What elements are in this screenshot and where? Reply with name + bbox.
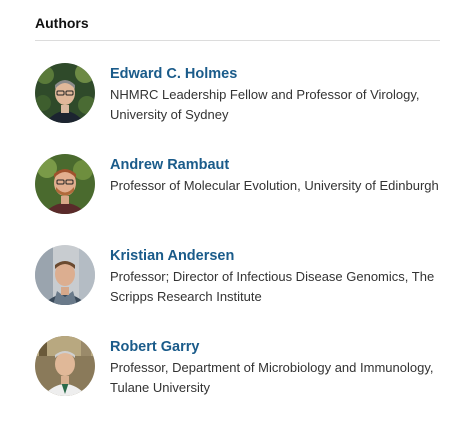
author-role: Professor, Department of Microbiology an…: [110, 360, 434, 395]
author-name-link[interactable]: Andrew Rambaut: [110, 156, 440, 174]
author-photo[interactable]: [35, 63, 95, 123]
author-photo-image: [35, 63, 95, 123]
author-role: NHMRC Leadership Fellow and Professor of…: [110, 87, 420, 122]
author-photo[interactable]: [35, 154, 95, 214]
author-card: Andrew Rambaut Professor of Molecular Ev…: [35, 154, 440, 224]
author-photo-image: [35, 336, 95, 396]
author-photo-image: [35, 154, 95, 214]
authors-section: Authors Edward C. Holmes NHMRC Leadershi…: [35, 0, 440, 396]
author-photo[interactable]: [35, 245, 95, 305]
author-role: Professor of Molecular Evolution, Univer…: [110, 178, 439, 193]
author-card: Kristian Andersen Professor; Director of…: [35, 245, 440, 315]
author-card: Robert Garry Professor, Department of Mi…: [35, 336, 440, 406]
author-name-link[interactable]: Edward C. Holmes: [110, 65, 440, 83]
author-name-link[interactable]: Robert Garry: [110, 338, 440, 356]
author-photo[interactable]: [35, 336, 95, 396]
author-card: Edward C. Holmes NHMRC Leadership Fellow…: [35, 63, 440, 133]
author-name-link[interactable]: Kristian Andersen: [110, 247, 440, 265]
author-role: Professor; Director of Infectious Diseas…: [110, 269, 435, 304]
section-heading: Authors: [35, 0, 440, 41]
author-photo-image: [35, 245, 95, 305]
